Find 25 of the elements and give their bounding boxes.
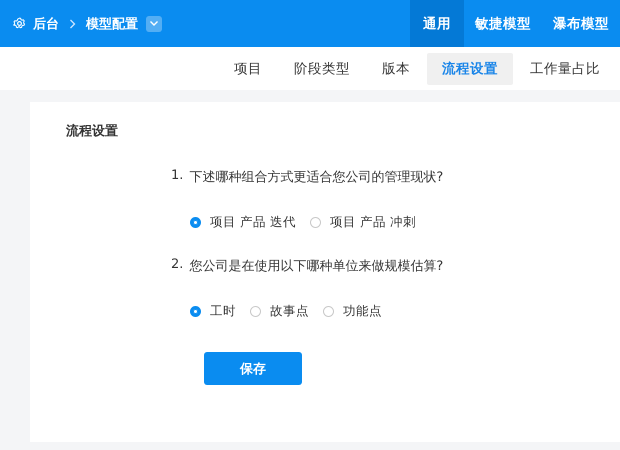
radio-button[interactable]: [190, 306, 201, 317]
question-number: 1.: [171, 168, 184, 185]
radio-button[interactable]: [250, 306, 261, 317]
radio-button[interactable]: [190, 217, 201, 228]
sub-tab[interactable]: 工作量占比: [515, 52, 615, 84]
radio-label[interactable]: 工时: [210, 303, 236, 320]
question-text: 您公司是在使用以下哪种单位来做规模估算?: [189, 258, 444, 275]
radio-label[interactable]: 故事点: [270, 303, 309, 320]
sub-tab[interactable]: 版本: [367, 52, 425, 84]
radio-button[interactable]: [310, 217, 321, 228]
radio-label[interactable]: 功能点: [343, 303, 382, 320]
radio-label[interactable]: 项目 产品 迭代: [210, 214, 296, 231]
radio-button[interactable]: [323, 306, 334, 317]
settings-icon[interactable]: [13, 17, 26, 30]
question-number: 2.: [171, 257, 184, 274]
chevron-right-icon: [69, 18, 76, 28]
sub-tab[interactable]: 项目: [219, 52, 277, 84]
top-tab[interactable]: 通用: [410, 0, 464, 47]
question-text: 下述哪种组合方式更适合您公司的管理现状?: [189, 169, 444, 186]
breadcrumb-current: 模型配置: [86, 16, 138, 32]
radio-label[interactable]: 项目 产品 冲刺: [330, 214, 416, 231]
sub-tab[interactable]: 阶段类型: [279, 52, 365, 84]
card-title: 流程设置: [66, 122, 119, 140]
chevron-down-icon: [149, 20, 159, 27]
dropdown-button[interactable]: [146, 16, 162, 32]
